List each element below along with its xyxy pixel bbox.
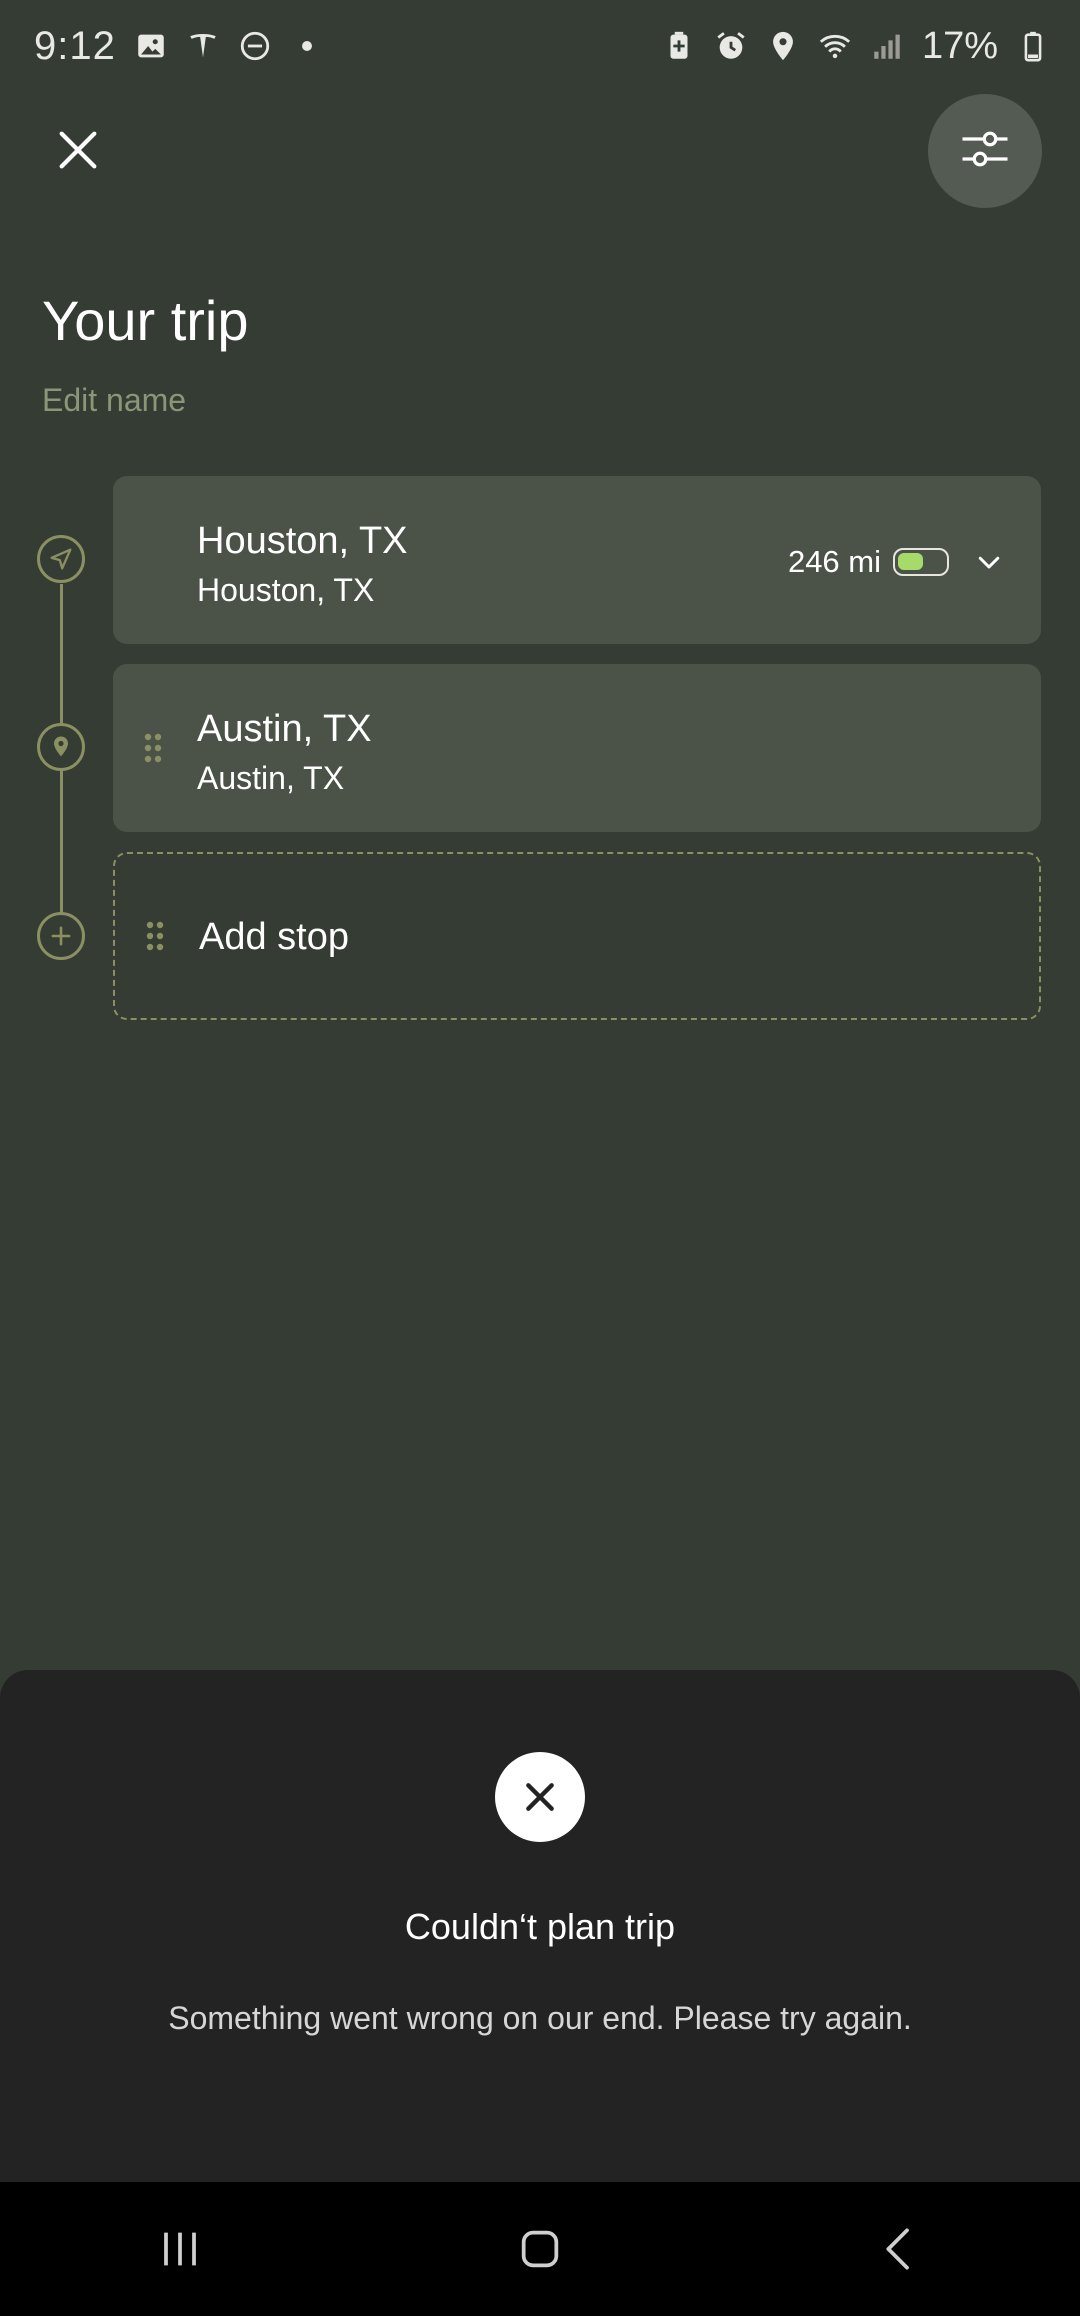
error-bottom-sheet: Couldn‘t plan trip Something went wrong … (0, 1670, 1080, 2182)
destination-pin-icon (37, 723, 85, 771)
battery-level-icon (893, 548, 949, 576)
drag-handle-icon (145, 920, 165, 952)
sliders-icon (955, 119, 1015, 184)
battery-level-fill (898, 553, 923, 570)
battery-saver-icon (662, 29, 696, 63)
battery-percent: 17% (921, 24, 998, 67)
battery-icon (1016, 29, 1050, 63)
status-bar-right: 17% (662, 25, 1050, 68)
system-navigation-bar (0, 2182, 1080, 2316)
location-icon (766, 29, 800, 63)
stop-card-destination[interactable]: Austin, TX Austin, TX (113, 664, 1041, 832)
status-bar: 9:12 17% (0, 0, 1080, 92)
trip-planner-screen: 9:12 17% Your trip Edit name Houston, TX… (0, 0, 1080, 2316)
range-group: 246 mi (788, 544, 1007, 580)
stop-primary-name: Houston, TX (197, 520, 408, 562)
stop-primary-name: Austin, TX (197, 708, 372, 750)
trip-settings-button[interactable] (928, 94, 1042, 208)
signal-icon (870, 29, 904, 63)
gallery-icon (134, 29, 168, 63)
origin-navigation-icon (37, 535, 85, 583)
recent-apps-button[interactable] (120, 2199, 240, 2299)
expand-stop-button[interactable] (971, 544, 1007, 580)
status-time: 9:12 (34, 23, 116, 68)
status-bar-left: 9:12 (34, 24, 324, 69)
add-stop-plus-icon (37, 912, 85, 960)
stop-secondary-name: Austin, TX (197, 760, 345, 796)
error-title: Couldn‘t plan trip (404, 1906, 676, 1947)
add-stop-button[interactable]: Add stop (113, 852, 1041, 1020)
drag-handle-icon[interactable] (143, 732, 163, 764)
edit-name-link[interactable]: Edit name (42, 382, 186, 419)
back-button[interactable] (840, 2199, 960, 2299)
error-message: Something went wrong on our end. Please … (168, 2000, 912, 2036)
home-button[interactable] (480, 2199, 600, 2299)
stop-card-origin[interactable]: Houston, TX Houston, TX 246 mi (113, 476, 1041, 644)
home-icon (521, 2230, 559, 2268)
back-icon (886, 2228, 909, 2270)
add-stop-label: Add stop (199, 916, 349, 958)
range-text: 246 mi (787, 544, 881, 579)
stop-secondary-name: Houston, TX (197, 572, 375, 608)
close-icon (50, 122, 106, 183)
error-close-icon (495, 1752, 585, 1842)
wifi-icon (818, 29, 852, 63)
page-title: Your trip (42, 289, 249, 352)
tesla-icon (186, 29, 220, 63)
dnd-icon (238, 29, 272, 63)
alarm-icon (714, 29, 748, 63)
dot-icon (290, 29, 324, 63)
chevron-down-icon (978, 556, 1000, 569)
close-button[interactable] (38, 112, 118, 192)
recent-apps-icon (164, 2232, 196, 2266)
